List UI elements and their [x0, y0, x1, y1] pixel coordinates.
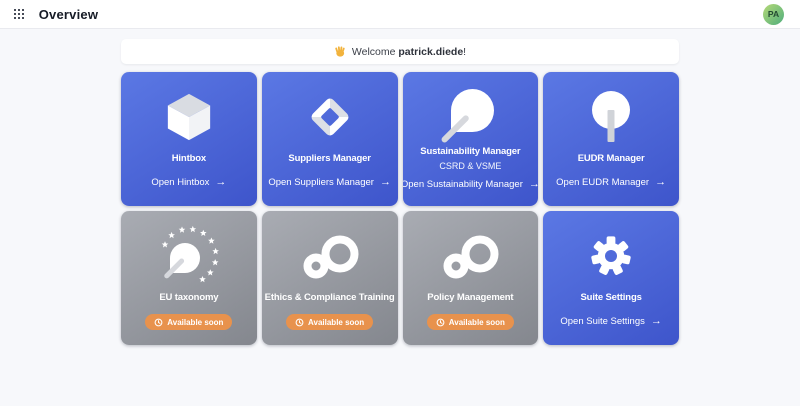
available-soon-badge: Available soon	[426, 314, 514, 330]
top-bar: Overview PA	[0, 0, 800, 29]
card-title: Policy Management	[427, 292, 514, 303]
card-title: Sustainability Manager	[420, 146, 521, 157]
open-eudr-manager-link[interactable]: Open EUDR Manager →	[556, 176, 667, 189]
welcome-banner: Welcome patrick.diede!	[121, 39, 679, 64]
arrow-right-icon: →	[650, 315, 662, 327]
cube-icon	[164, 81, 214, 153]
card-subtitle: CSRD & VSME	[439, 161, 502, 171]
card-title: Suppliers Manager	[288, 153, 371, 164]
arrow-right-icon: →	[528, 178, 539, 190]
card-eu-taxonomy: EU taxonomy Available soon	[121, 211, 257, 345]
loop-icon	[299, 220, 361, 292]
clock-icon	[154, 318, 163, 327]
open-sustainability-manager-link[interactable]: Open Sustainability Manager →	[403, 178, 539, 191]
loop-icon	[439, 220, 501, 292]
card-ethics-compliance-training: Ethics & Compliance Training Available s…	[261, 211, 398, 345]
welcome-text: Welcome patrick.diede!	[351, 45, 467, 58]
gear-icon	[587, 220, 635, 292]
open-hintbox-link[interactable]: Open Hintbox →	[151, 176, 227, 189]
open-suppliers-manager-link[interactable]: Open Suppliers Manager →	[268, 176, 391, 189]
available-soon-badge: Available soon	[286, 314, 374, 330]
arrow-right-icon: →	[215, 176, 227, 188]
clock-icon	[436, 318, 445, 327]
card-title: EUDR Manager	[577, 153, 645, 164]
available-soon-badge: Available soon	[145, 314, 233, 330]
leaf-icon	[440, 80, 498, 146]
username: patrick.diede	[398, 45, 464, 58]
card-suppliers-manager[interactable]: Suppliers Manager Open Suppliers Manager…	[261, 72, 398, 206]
card-suite-settings[interactable]: Suite Settings Open Suite Settings →	[543, 211, 679, 345]
card-title: EU taxonomy	[159, 292, 219, 303]
waving-hand-icon	[334, 45, 347, 58]
card-policy-management: Policy Management Available soon	[402, 211, 539, 345]
card-sustainability-manager[interactable]: Sustainability Manager CSRD & VSME Open …	[402, 72, 539, 206]
app-card-grid: Hintbox Open Hintbox → Suppliers Manager…	[121, 72, 679, 345]
avatar[interactable]: PA	[763, 3, 784, 25]
arrow-right-icon: →	[655, 176, 667, 188]
open-suite-settings-link[interactable]: Open Suite Settings →	[560, 315, 662, 328]
card-title: Hintbox	[171, 153, 207, 164]
card-title: Suite Settings	[580, 292, 642, 303]
card-hintbox[interactable]: Hintbox Open Hintbox →	[121, 72, 257, 206]
apps-grid-icon[interactable]	[14, 9, 24, 19]
card-title: Ethics & Compliance Training	[264, 292, 395, 303]
tree-icon	[583, 81, 639, 153]
arrow-right-icon: →	[379, 176, 391, 188]
card-eudr-manager[interactable]: EUDR Manager Open EUDR Manager →	[543, 72, 679, 206]
diamond-icon	[302, 81, 357, 153]
clock-icon	[295, 318, 304, 327]
leaf-eu-stars-icon	[157, 220, 221, 292]
page-title: Overview	[38, 6, 99, 22]
